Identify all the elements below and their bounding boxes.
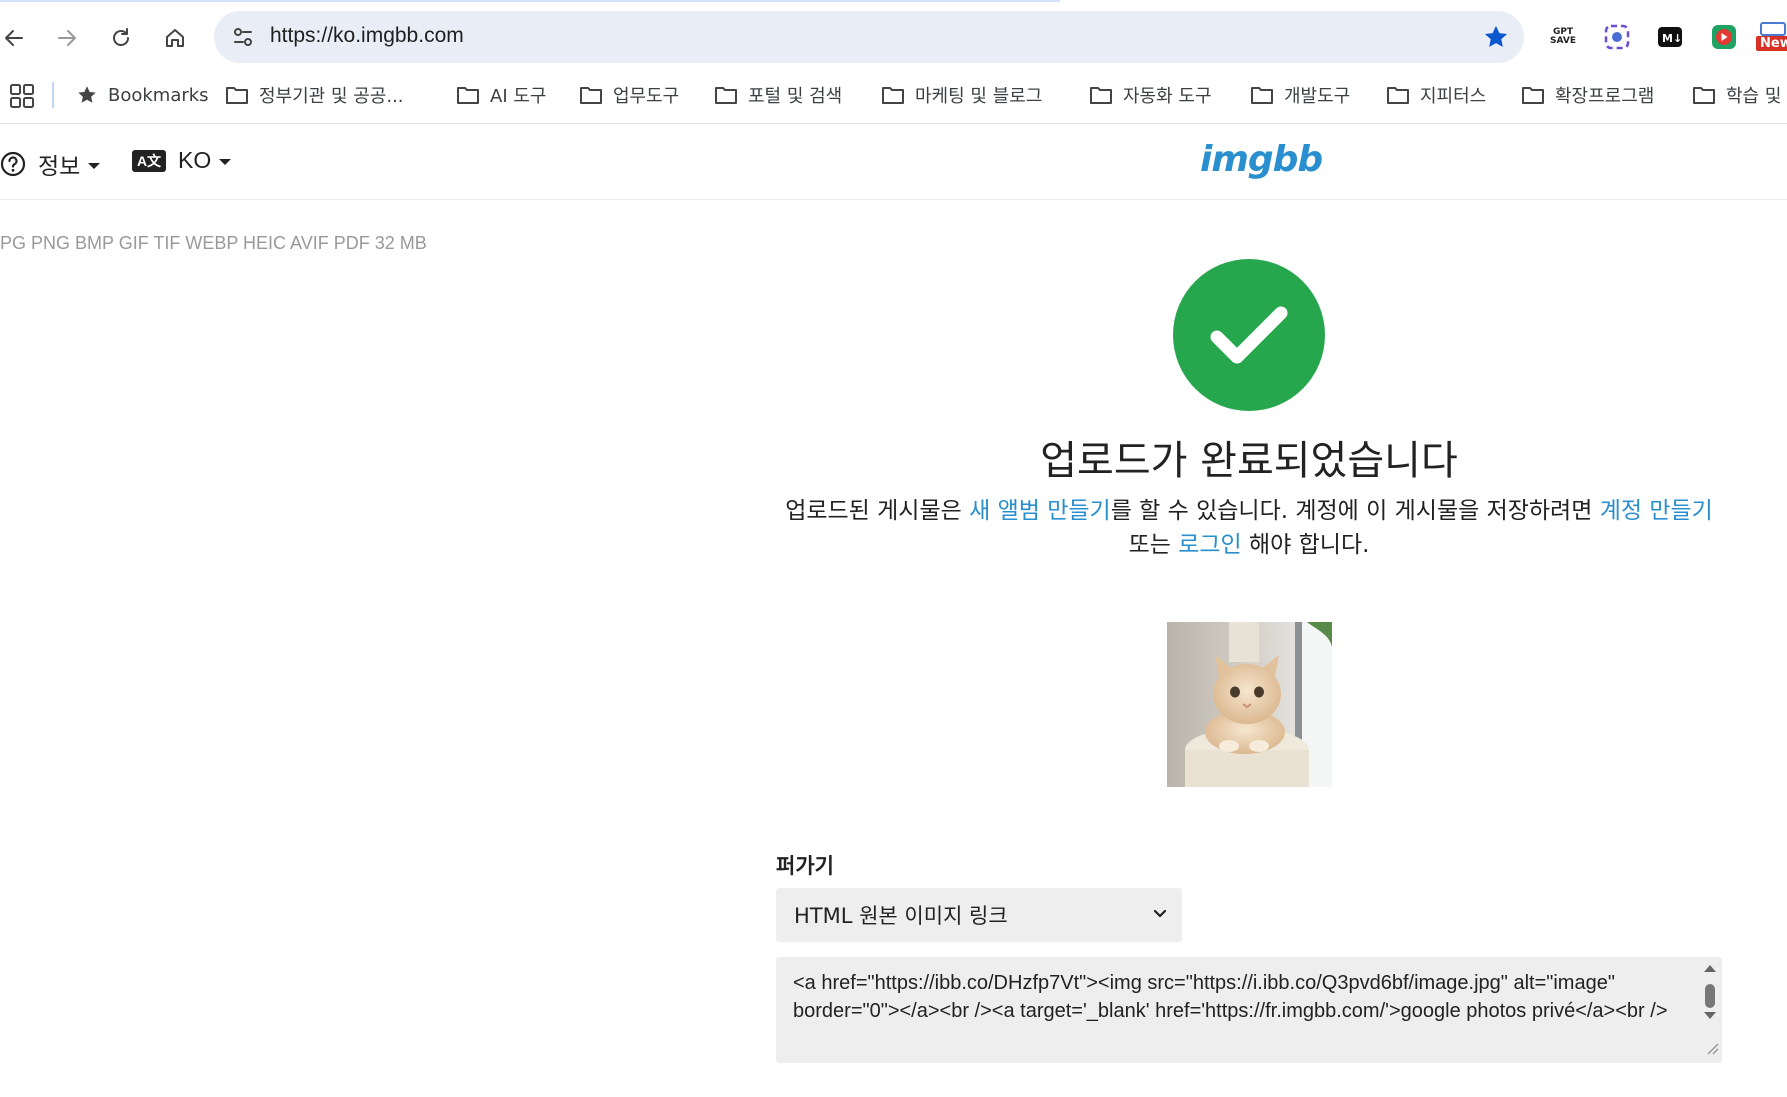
home-button[interactable] — [155, 18, 195, 58]
bookmark-folder[interactable]: 포털 및 검색 — [714, 80, 842, 110]
chevron-down-icon — [1153, 909, 1167, 918]
record-icon[interactable] — [1707, 20, 1741, 54]
language-label: KO — [178, 147, 212, 173]
folder-icon — [580, 87, 602, 104]
create-album-link[interactable]: 새 앨범 만들기 — [969, 498, 1111, 524]
markdown-icon[interactable]: M↓ — [1653, 20, 1687, 54]
bookmark-folder-label: AI 도구 — [490, 86, 547, 107]
bookmark-folder[interactable]: AI 도구 — [456, 80, 546, 110]
star-icon — [78, 86, 96, 103]
upload-complete-title: 업로드가 완료되었습니다 — [1040, 438, 1458, 484]
folder-icon — [1090, 87, 1112, 104]
desc-text: 또는 — [1128, 532, 1179, 558]
folder-icon — [1251, 87, 1273, 104]
login-link[interactable]: 로그인 — [1178, 532, 1241, 558]
bookmarks-bar: Bookmarks 정부기관 및 공공... AI 도구 업무도구 포털 및 검… — [0, 72, 1787, 124]
bookmarks-separator — [52, 82, 54, 108]
info-label: 정보 — [38, 154, 81, 180]
bookmark-folder[interactable]: 지피터스 — [1386, 80, 1486, 110]
bookmark-folder-label: 포털 및 검색 — [748, 86, 843, 107]
folder-icon — [1522, 87, 1544, 104]
chevron-down-icon — [219, 159, 232, 165]
folder-icon — [457, 87, 479, 104]
url-text[interactable]: https://ko.imgbb.com — [270, 24, 464, 48]
desc-text: 업로드된 게시물은 — [785, 498, 970, 524]
resize-handle-icon — [1707, 1043, 1719, 1055]
bookmark-folder-label: 마케팅 및 블로그 — [915, 86, 1043, 107]
uploaded-image-thumbnail[interactable] — [1167, 622, 1332, 787]
tab-strip-edge — [0, 0, 1060, 2]
scroll-down-arrow-icon — [1704, 1012, 1716, 1019]
home-icon — [166, 29, 184, 47]
gpt-save-text: GPT SAVE — [1550, 27, 1576, 46]
supported-formats-text: PG PNG BMP GIF TIF WEBP HEIC AVIF PDF 32… — [0, 233, 427, 253]
bookmark-label: Bookmarks — [108, 84, 209, 106]
tune-icon — [234, 28, 252, 46]
back-button[interactable] — [0, 18, 34, 58]
bookmark-star-icon[interactable] — [1482, 23, 1510, 51]
site-header: 정보 A文 KO imgbb — [0, 125, 1787, 200]
success-check-icon — [1173, 259, 1325, 411]
gpt-save-icon[interactable]: GPT SAVE — [1546, 20, 1580, 54]
desc-text: 를 할 수 있습니다. 계정에 이 게시물을 저장하려면 — [1110, 498, 1600, 524]
folder-icon — [715, 87, 737, 104]
language-icon: A文 — [132, 149, 166, 172]
imgbb-logo[interactable]: imgbb — [1200, 139, 1323, 180]
embed-code-scrollbar[interactable] — [1700, 960, 1720, 1060]
bookmark-folder-label: 정부기관 및 공공... — [259, 86, 404, 107]
folder-icon — [1693, 87, 1715, 104]
bookmark-folder[interactable]: 마케팅 및 블로그 — [881, 80, 1042, 110]
bookmark-folder[interactable]: 확장프로그램 — [1521, 80, 1654, 110]
bookmark-bookmarks[interactable]: Bookmarks — [76, 80, 209, 110]
back-arrow-icon — [5, 30, 23, 46]
svg-text:M↓: M↓ — [1662, 32, 1682, 45]
scroll-up-arrow-icon — [1704, 965, 1716, 972]
bookmark-folder-label: 학습 및 — [1726, 86, 1782, 107]
reload-icon — [113, 28, 129, 46]
bookmark-folder[interactable]: 학습 및 — [1692, 80, 1781, 110]
bookmark-folder[interactable]: 자동화 도구 — [1089, 80, 1212, 110]
forward-button[interactable] — [47, 18, 87, 58]
bookmark-folder-label: 개발도구 — [1284, 86, 1351, 107]
embed-code-textarea[interactable]: <a href="https://ibb.co/DHzfp7Vt"><img s… — [776, 957, 1722, 1063]
new-badge-text: New — [1756, 36, 1787, 51]
forward-arrow-icon — [58, 30, 76, 46]
browser-toolbar: https://ko.imgbb.com GPT SAVE M↓ New — [0, 0, 1787, 72]
bookmark-folder-label: 지피터스 — [1420, 86, 1487, 107]
screen-capture-icon[interactable] — [1600, 20, 1634, 54]
folder-icon — [226, 87, 248, 104]
apps-grid-icon[interactable] — [8, 82, 36, 110]
bookmark-folder[interactable]: 업무도구 — [579, 80, 679, 110]
desc-text: 해야 합니다. — [1241, 532, 1370, 558]
scroll-thumb — [1705, 984, 1715, 1008]
embed-type-select[interactable]: HTML 원본 이미지 링크 — [776, 888, 1182, 942]
embed-codes-label: 퍼가기 — [776, 854, 834, 878]
bookmark-folder-label: 자동화 도구 — [1123, 86, 1212, 107]
bookmark-folder-label: 확장프로그램 — [1555, 86, 1655, 107]
address-bar[interactable]: https://ko.imgbb.com — [214, 11, 1524, 63]
info-menu[interactable]: 정보 — [0, 147, 101, 181]
bookmark-folder-label: 업무도구 — [613, 86, 680, 107]
embed-type-selected: HTML 원본 이미지 링크 — [794, 904, 1008, 928]
signup-link[interactable]: 계정 만들기 — [1600, 498, 1713, 524]
chevron-down-icon — [88, 162, 101, 169]
help-circle-icon — [0, 151, 26, 177]
bookmark-folder[interactable]: 정부기관 및 공공... — [225, 80, 404, 110]
reload-button[interactable] — [101, 18, 141, 58]
language-menu[interactable]: A文 KO — [132, 147, 232, 174]
new-badge-icon[interactable]: New — [1756, 20, 1787, 54]
folder-icon — [1387, 87, 1409, 104]
language-icon-text: A文 — [136, 152, 162, 169]
folder-icon — [882, 87, 904, 104]
bookmark-folder[interactable]: 개발도구 — [1250, 80, 1350, 110]
site-info-button[interactable] — [226, 20, 260, 54]
upload-complete-description: 업로드된 게시물은 새 앨범 만들기를 할 수 있습니다. 계정에 이 게시물을… — [776, 494, 1722, 562]
